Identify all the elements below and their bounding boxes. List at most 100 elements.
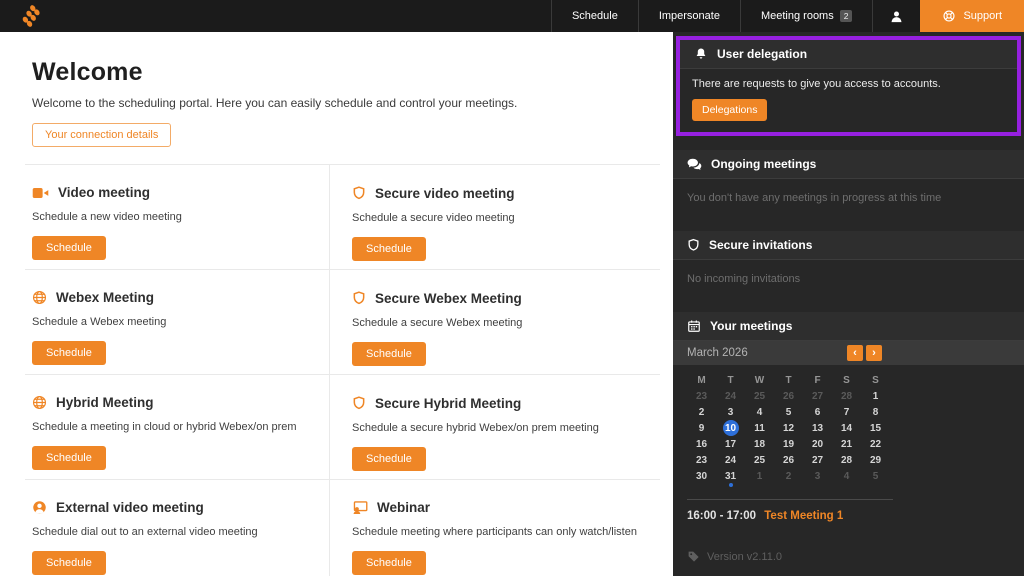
- schedule-button[interactable]: Schedule: [32, 341, 106, 365]
- calendar-month-bar: March 2026 ‹ ›: [673, 341, 1024, 365]
- calendar-day[interactable]: 23: [687, 452, 716, 468]
- weekday-label: T: [774, 372, 803, 388]
- calendar-day[interactable]: 25: [745, 388, 774, 404]
- calendar-day[interactable]: 12: [774, 420, 803, 436]
- main-content: Welcome Welcome to the scheduling portal…: [0, 32, 673, 576]
- secure-invitations-title: Secure invitations: [709, 238, 812, 252]
- calendar-day[interactable]: 25: [745, 452, 774, 468]
- calendar-day[interactable]: 28: [832, 452, 861, 468]
- calendar-day[interactable]: 2: [774, 468, 803, 484]
- calendar-icon: [687, 319, 701, 333]
- card-video-meeting: Video meetingSchedule a new video meetin…: [25, 164, 330, 269]
- calendar-day[interactable]: 31: [716, 468, 745, 484]
- schedule-button[interactable]: Schedule: [352, 237, 426, 261]
- card-title: External video meeting: [56, 500, 204, 515]
- card-description: Schedule meeting where participants can …: [352, 526, 660, 538]
- pexip-logo[interactable]: [0, 0, 60, 32]
- calendar-day[interactable]: 5: [861, 468, 890, 484]
- ongoing-meetings-title: Ongoing meetings: [711, 157, 816, 171]
- card-webex-meeting: Webex MeetingSchedule a Webex meetingSch…: [25, 269, 330, 374]
- calendar-day[interactable]: 11: [745, 420, 774, 436]
- schedule-button[interactable]: Schedule: [32, 551, 106, 575]
- calendar-day[interactable]: 8: [861, 404, 890, 420]
- card-description: Schedule a meeting in cloud or hybrid We…: [32, 421, 329, 433]
- calendar-day[interactable]: 19: [774, 436, 803, 452]
- schedule-button[interactable]: Schedule: [352, 342, 426, 366]
- calendar-day[interactable]: 27: [803, 388, 832, 404]
- calendar-day[interactable]: 21: [832, 436, 861, 452]
- connection-details-button[interactable]: Your connection details: [32, 123, 171, 147]
- calendar-day[interactable]: 13: [803, 420, 832, 436]
- calendar-day[interactable]: 17: [716, 436, 745, 452]
- support-label: Support: [963, 10, 1002, 22]
- page-title: Welcome: [32, 58, 673, 87]
- nav-impersonate[interactable]: Impersonate: [638, 0, 740, 32]
- card-description: Schedule dial out to an external video m…: [32, 526, 329, 538]
- globe-icon: [32, 290, 47, 305]
- calendar-day[interactable]: 28: [832, 388, 861, 404]
- calendar-prev-button[interactable]: ‹: [847, 345, 863, 361]
- calendar-next-button[interactable]: ›: [866, 345, 882, 361]
- card-description: Schedule a secure hybrid Webex/on prem m…: [352, 422, 660, 434]
- calendar-day[interactable]: 30: [687, 468, 716, 484]
- calendar-day[interactable]: 6: [803, 404, 832, 420]
- shield-icon: [687, 238, 700, 252]
- schedule-button[interactable]: Schedule: [352, 551, 426, 575]
- calendar-day[interactable]: 9: [687, 420, 716, 436]
- calendar-day-selected[interactable]: 10: [716, 420, 745, 436]
- meeting-event-row: 16:00 - 17:00 Test Meeting 1: [673, 500, 1024, 532]
- your-meetings-section: Your meetings March 2026 ‹ › MTWTFSS 232…: [673, 312, 1024, 532]
- bell-icon: [694, 47, 708, 61]
- calendar-day[interactable]: 27: [803, 452, 832, 468]
- calendar-day[interactable]: 24: [716, 452, 745, 468]
- calendar-day[interactable]: 15: [861, 420, 890, 436]
- calendar-day[interactable]: 4: [745, 404, 774, 420]
- secure-invitations-empty-text: No incoming invitations: [673, 260, 1024, 298]
- nav-schedule[interactable]: Schedule: [551, 0, 638, 32]
- card-description: Schedule a secure video meeting: [352, 212, 660, 224]
- calendar-nav: ‹ ›: [847, 345, 882, 361]
- event-time: 16:00 - 17:00: [687, 510, 756, 522]
- calendar-day[interactable]: 23: [687, 388, 716, 404]
- user-menu-button[interactable]: [872, 0, 920, 32]
- nav-meeting-rooms[interactable]: Meeting rooms 2: [740, 0, 873, 32]
- calendar-day[interactable]: 29: [861, 452, 890, 468]
- delegation-message: There are requests to give you access to…: [692, 78, 1005, 90]
- chat-bubbles-icon: [687, 158, 702, 171]
- calendar-day[interactable]: 16: [687, 436, 716, 452]
- webinar-icon: [352, 500, 368, 515]
- calendar-day[interactable]: 26: [774, 452, 803, 468]
- weekday-label: W: [745, 372, 774, 388]
- secure-invitations-section: Secure invitations No incoming invitatio…: [673, 231, 1024, 298]
- video-camera-icon: [32, 186, 49, 200]
- calendar-day[interactable]: 7: [832, 404, 861, 420]
- user-delegation-title: User delegation: [717, 47, 807, 61]
- card-title: Video meeting: [58, 185, 150, 200]
- calendar-day[interactable]: 5: [774, 404, 803, 420]
- calendar-day[interactable]: 1: [745, 468, 774, 484]
- schedule-button[interactable]: Schedule: [32, 446, 106, 470]
- delegations-button[interactable]: Delegations: [692, 99, 767, 121]
- calendar-day[interactable]: 14: [832, 420, 861, 436]
- nav-impersonate-label: Impersonate: [659, 10, 720, 22]
- card-title: Webex Meeting: [56, 290, 154, 305]
- card-title: Webinar: [377, 500, 430, 515]
- event-name-link[interactable]: Test Meeting 1: [764, 510, 843, 522]
- calendar-day[interactable]: 1: [861, 388, 890, 404]
- calendar-day[interactable]: 20: [803, 436, 832, 452]
- calendar-day[interactable]: 22: [861, 436, 890, 452]
- calendar-day[interactable]: 26: [774, 388, 803, 404]
- weekday-label: M: [687, 372, 716, 388]
- secure-invitations-header: Secure invitations: [673, 231, 1024, 260]
- meeting-rooms-count-badge: 2: [840, 10, 853, 22]
- calendar-day[interactable]: 3: [716, 404, 745, 420]
- schedule-button[interactable]: Schedule: [352, 447, 426, 471]
- calendar-day[interactable]: 4: [832, 468, 861, 484]
- calendar-day[interactable]: 24: [716, 388, 745, 404]
- meeting-type-grid: Video meetingSchedule a new video meetin…: [25, 164, 673, 576]
- calendar-day[interactable]: 3: [803, 468, 832, 484]
- schedule-button[interactable]: Schedule: [32, 236, 106, 260]
- support-button[interactable]: Support: [920, 0, 1024, 32]
- calendar-day[interactable]: 2: [687, 404, 716, 420]
- calendar-day[interactable]: 18: [745, 436, 774, 452]
